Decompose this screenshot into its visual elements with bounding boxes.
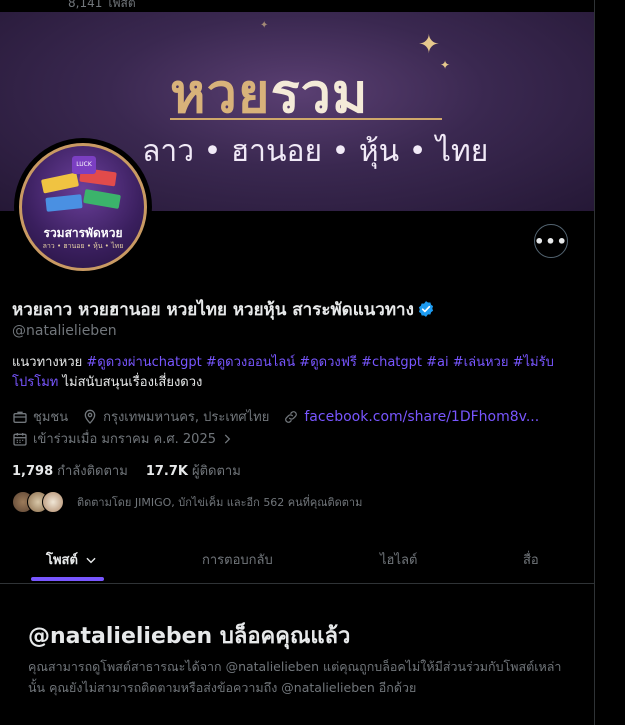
display-name-text: หวยลาว หวยฮานอย หวยไทย หวยหุ้น สาระพัดแน… (12, 300, 414, 320)
avatar-image: LUCK รวมสารพัดหวย ลาว • ฮานอย • หุ้น • ไ… (19, 143, 147, 271)
link-icon (285, 410, 298, 423)
following-link[interactable]: 1,798 กำลังติดตาม (12, 464, 128, 479)
tab-replies-label: การตอบกลับ (202, 553, 273, 568)
tab-media-label: สื่อ (523, 553, 539, 568)
chevron-down-icon (86, 557, 96, 563)
website[interactable]: facebook.com/share/1DFhom8v... (283, 409, 539, 425)
bio-suffix: ไม่สนับสนุนเรื่องเสี่ยงดวง (58, 375, 203, 390)
blocked-message: คุณสามารถดูโพสต์สาธารณะได้จาก @natalieli… (28, 659, 562, 695)
location-pin-icon (84, 409, 96, 424)
blocked-title: @natalielieben บล็อคคุณแล้ว (28, 624, 351, 649)
hashtag-link[interactable]: #ai (426, 355, 448, 370)
location-text: กรุงเทพมหานคร, ประเทศไทย (103, 410, 270, 425)
bio: แนวทางหวย #ดูดวงผ่านchatgpt #ดูดวงออนไลน… (12, 353, 584, 393)
location: กรุงเทพมหานคร, ประเทศไทย (82, 406, 269, 427)
bio-prefix: แนวทางหวย (12, 355, 87, 370)
tab-highlights[interactable]: ไฮไลต์ (380, 536, 417, 583)
website-link[interactable]: facebook.com/share/1DFhom8v... (304, 409, 539, 425)
hashtag-link[interactable]: #ดูดวงฟรี (299, 355, 357, 370)
banner-title-part1: หวย (170, 62, 271, 125)
hashtag-link[interactable]: #เล่นหวย (453, 355, 509, 370)
banner-divider (170, 118, 442, 120)
hashtag-link[interactable]: #ดูดวงออนไลน์ (206, 355, 295, 370)
joined-row: เข้าร่วมเมื่อ มกราคม ค.ศ. 2025 (12, 428, 253, 449)
banner-subtitle: ลาว • ฮานอย • หุ้น • ไทย (142, 134, 489, 169)
top-strip: 8,141 โพสต์ (0, 0, 594, 12)
joined: เข้าร่วมเมื่อ มกราคม ค.ศ. 2025 (12, 428, 239, 449)
followed-by-text: ติดตามโดย JIMIGO, บักไข่เค็ม และอีก 562 … (77, 496, 363, 509)
more-options-button[interactable]: ••• (534, 224, 568, 258)
profile-meta-row: ชุมชน กรุงเทพมหานคร, ประเทศไทย facebook.… (12, 406, 553, 427)
category-text: ชุมชน (33, 410, 69, 425)
avatar-sub: ลาว • ฮานอย • หุ้น • ไทย (42, 242, 124, 250)
sparkle-icon: ✦ (440, 58, 451, 72)
following-label: กำลังติดตาม (57, 464, 128, 479)
luck-badge: LUCK (72, 156, 96, 174)
avatar[interactable]: LUCK รวมสารพัดหวย ลาว • ฮานอย • หุ้น • ไ… (14, 138, 152, 276)
follow-stats: 1,798 กำลังติดตาม 17.7K ผู้ติดตาม (12, 460, 241, 481)
hashtag-link[interactable]: #ดูดวงผ่านchatgpt (86, 355, 201, 370)
avatar-tickets: LUCK (40, 156, 126, 222)
followed-by[interactable]: ติดตามโดย JIMIGO, บักไข่เค็ม และอีก 562 … (12, 490, 362, 514)
tab-highlights-label: ไฮไลต์ (380, 553, 418, 568)
following-count: 1,798 (12, 464, 54, 479)
display-name: หวยลาว หวยฮานอย หวยไทย หวยหุ้น สาระพัดแน… (12, 296, 435, 323)
banner-title-part2: รวม (270, 62, 369, 125)
more-options-icon: ••• (534, 231, 568, 251)
profile-column: 8,141 โพสต์ หวยรวม ลาว • ฮานอย • หุ้น • … (0, 0, 594, 725)
followers-count: 17.7K (145, 464, 188, 479)
verified-badge-icon[interactable] (417, 300, 435, 318)
followers-link[interactable]: 17.7K ผู้ติดตาม (146, 464, 241, 479)
hashtag-link[interactable]: #chatgpt (361, 355, 422, 370)
briefcase-icon (13, 411, 27, 423)
followers-label: ผู้ติดตาม (191, 464, 241, 479)
sparkle-icon: ✦ (260, 20, 269, 31)
tab-posts[interactable]: โพสต์ (46, 536, 98, 583)
banner-title: หวยรวม (170, 50, 368, 136)
handle: @natalielieben (12, 323, 117, 339)
chevron-right-icon[interactable] (220, 432, 234, 446)
category: ชุมชน (12, 406, 68, 427)
follower-avatar (42, 491, 64, 513)
active-tab-indicator (31, 577, 104, 581)
tab-replies[interactable]: การตอบกลับ (202, 536, 273, 583)
calendar-icon (13, 432, 27, 446)
tab-posts-label: โพสต์ (46, 553, 78, 568)
sparkle-icon: ✦ (418, 30, 440, 60)
joined-text: เข้าร่วมเมื่อ มกราคม ค.ศ. 2025 (33, 432, 216, 447)
tab-media[interactable]: สื่อ (523, 536, 539, 583)
right-gutter (595, 0, 625, 725)
